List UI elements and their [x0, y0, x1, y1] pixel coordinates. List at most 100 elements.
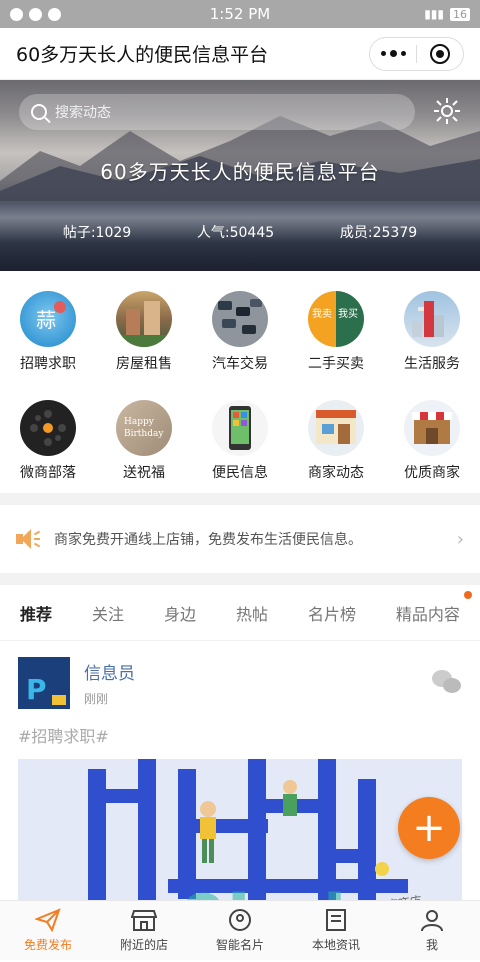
merchant-news-icon [308, 400, 364, 456]
stat-popularity: 人气:50445 [196, 225, 275, 241]
notice-bar[interactable]: 商家免费开通线上店铺，免费发布生活便民信息。 › [0, 505, 480, 573]
feed-tabs: 推荐 关注 身边 热帖 名片榜 精品内容 [0, 585, 480, 641]
category-recruit[interactable]: 蒜 招聘求职 [0, 291, 96, 384]
category-wechat-business[interactable]: 微商部落 [0, 400, 96, 493]
category-label: 招聘求职 [20, 356, 76, 372]
category-label: 房屋租售 [116, 356, 172, 372]
category-label: 便民信息 [212, 465, 268, 481]
feed-post[interactable]: P 信息员 刚刚 #招聘求职# [0, 641, 480, 909]
category-label: 优质商家 [404, 465, 460, 481]
chevron-right-icon: › [456, 528, 464, 550]
nav-label: 智能名片 [215, 938, 264, 952]
section-divider [0, 573, 480, 585]
recruit-icon: 蒜 [20, 291, 76, 347]
post-author[interactable]: 信息员 [84, 659, 135, 684]
secondhand-icon: 我卖 我买 [308, 291, 364, 347]
post-image[interactable] [18, 759, 462, 909]
post-header: P 信息员 刚刚 [18, 657, 462, 709]
add-post-button[interactable]: + [398, 797, 460, 859]
category-label: 微商部落 [20, 465, 76, 481]
banner: 搜索动态 60多万天长人的便民信息平台 帖子:1029 人气:50445 成员:… [0, 80, 480, 271]
stat-posts: 帖子:1029 [62, 225, 132, 241]
status-bar: 1:52 PM ▮▮▮ 16 [0, 0, 480, 28]
wechat-share-icon[interactable] [432, 670, 462, 696]
shop-icon [131, 910, 157, 931]
svg-text:Happy: Happy [124, 417, 155, 427]
svg-text:我买: 我买 [338, 308, 358, 320]
search-placeholder: 搜索动态 [55, 105, 111, 121]
close-miniprogram-button[interactable] [417, 38, 463, 70]
more-dot-icon [380, 51, 386, 56]
card-icon [229, 909, 251, 931]
tab-hot[interactable]: 热帖 [226, 601, 278, 625]
life-service-icon [404, 291, 460, 347]
more-dot-icon [400, 51, 406, 56]
nav-smart-card[interactable]: 智能名片 [192, 901, 288, 960]
category-label: 生活服务 [404, 356, 460, 372]
category-label: 汽车交易 [212, 356, 268, 372]
category-blessing[interactable]: Happy Birthday 送祝福 [96, 400, 192, 493]
category-car[interactable]: 汽车交易 [192, 291, 288, 384]
avatar[interactable]: P [18, 657, 70, 709]
category-house[interactable]: 房屋租售 [96, 291, 192, 384]
category-label: 二手买卖 [308, 356, 364, 372]
recruit-illustration [18, 759, 462, 909]
tab-recommend[interactable]: 推荐 [10, 601, 62, 625]
category-convenience[interactable]: 便民信息 [192, 400, 288, 493]
new-badge-dot [463, 590, 472, 599]
nav-label: 我 [425, 938, 438, 952]
svg-text:P: P [26, 673, 47, 706]
news-icon [326, 909, 346, 931]
page-title: 60多万天长人的便民信息平台 [16, 44, 269, 66]
nav-local-news[interactable]: 本地资讯 [288, 901, 384, 960]
nav-label: 附近的店 [119, 938, 168, 952]
svg-text:我卖: 我卖 [312, 308, 332, 320]
tab-nearby[interactable]: 身边 [154, 601, 206, 625]
category-life-service[interactable]: 生活服务 [384, 291, 480, 384]
user-icon [421, 910, 443, 932]
post-topic-tag[interactable]: #招聘求职# [18, 723, 462, 747]
category-merchant-news[interactable]: 商家动态 [288, 400, 384, 493]
tab-featured[interactable]: 精品内容 [386, 590, 472, 625]
bottom-nav: 免费发布 附近的店 智能名片 本地资讯 我 [0, 900, 480, 960]
search-icon [31, 104, 47, 120]
car-icon [212, 291, 268, 347]
plus-icon: + [412, 805, 446, 851]
miniprogram-capsule [369, 36, 464, 71]
category-quality-merchant[interactable]: 优质商家 [384, 400, 480, 493]
category-grid: 蒜 招聘求职 房屋租售 汽车交易 我卖我买 二手买卖 生活服务 微商部落 Ha [0, 271, 480, 493]
nav-me[interactable]: 我 [384, 901, 480, 960]
svg-text:蒜: 蒜 [36, 308, 56, 332]
nav-nearby-shops[interactable]: 附近的店 [96, 901, 192, 960]
notice-text: 商家免费开通线上店铺，免费发布生活便民信息。 [54, 532, 362, 548]
house-icon [116, 291, 172, 347]
nav-free-publish[interactable]: 免费发布 [0, 901, 96, 960]
search-bar[interactable]: 搜索动态 [19, 94, 415, 130]
paper-plane-icon [35, 908, 61, 932]
more-button[interactable] [370, 38, 416, 70]
wechat-business-icon [20, 400, 76, 456]
stat-members: 成员:25379 [339, 225, 418, 241]
category-label: 送祝福 [123, 465, 165, 481]
quality-merchant-icon [404, 400, 460, 456]
navbar: 60多万天长人的便民信息平台 [0, 28, 480, 80]
tab-card-rank[interactable]: 名片榜 [298, 601, 366, 625]
target-icon [430, 43, 450, 64]
svg-text:Birthday: Birthday [124, 429, 164, 439]
section-divider [0, 493, 480, 505]
nav-label: 免费发布 [23, 938, 72, 952]
status-time: 1:52 PM [209, 5, 271, 23]
nav-label: 本地资讯 [311, 938, 360, 952]
post-time: 刚刚 [84, 692, 109, 706]
tab-follow[interactable]: 关注 [82, 601, 134, 625]
blessing-icon: Happy Birthday [116, 400, 172, 456]
convenience-icon [212, 400, 268, 456]
more-dot-icon [389, 50, 397, 57]
category-label: 商家动态 [308, 465, 364, 481]
post-meta: 信息员 刚刚 [84, 659, 135, 707]
sun-menu-icon[interactable] [432, 96, 462, 126]
category-secondhand[interactable]: 我卖 我买 二手买卖 [288, 291, 384, 384]
tab-featured-label: 精品内容 [395, 604, 460, 624]
speaker-icon [16, 528, 42, 550]
banner-stats: 帖子:1029 人气:50445 成员:25379 [0, 222, 480, 242]
